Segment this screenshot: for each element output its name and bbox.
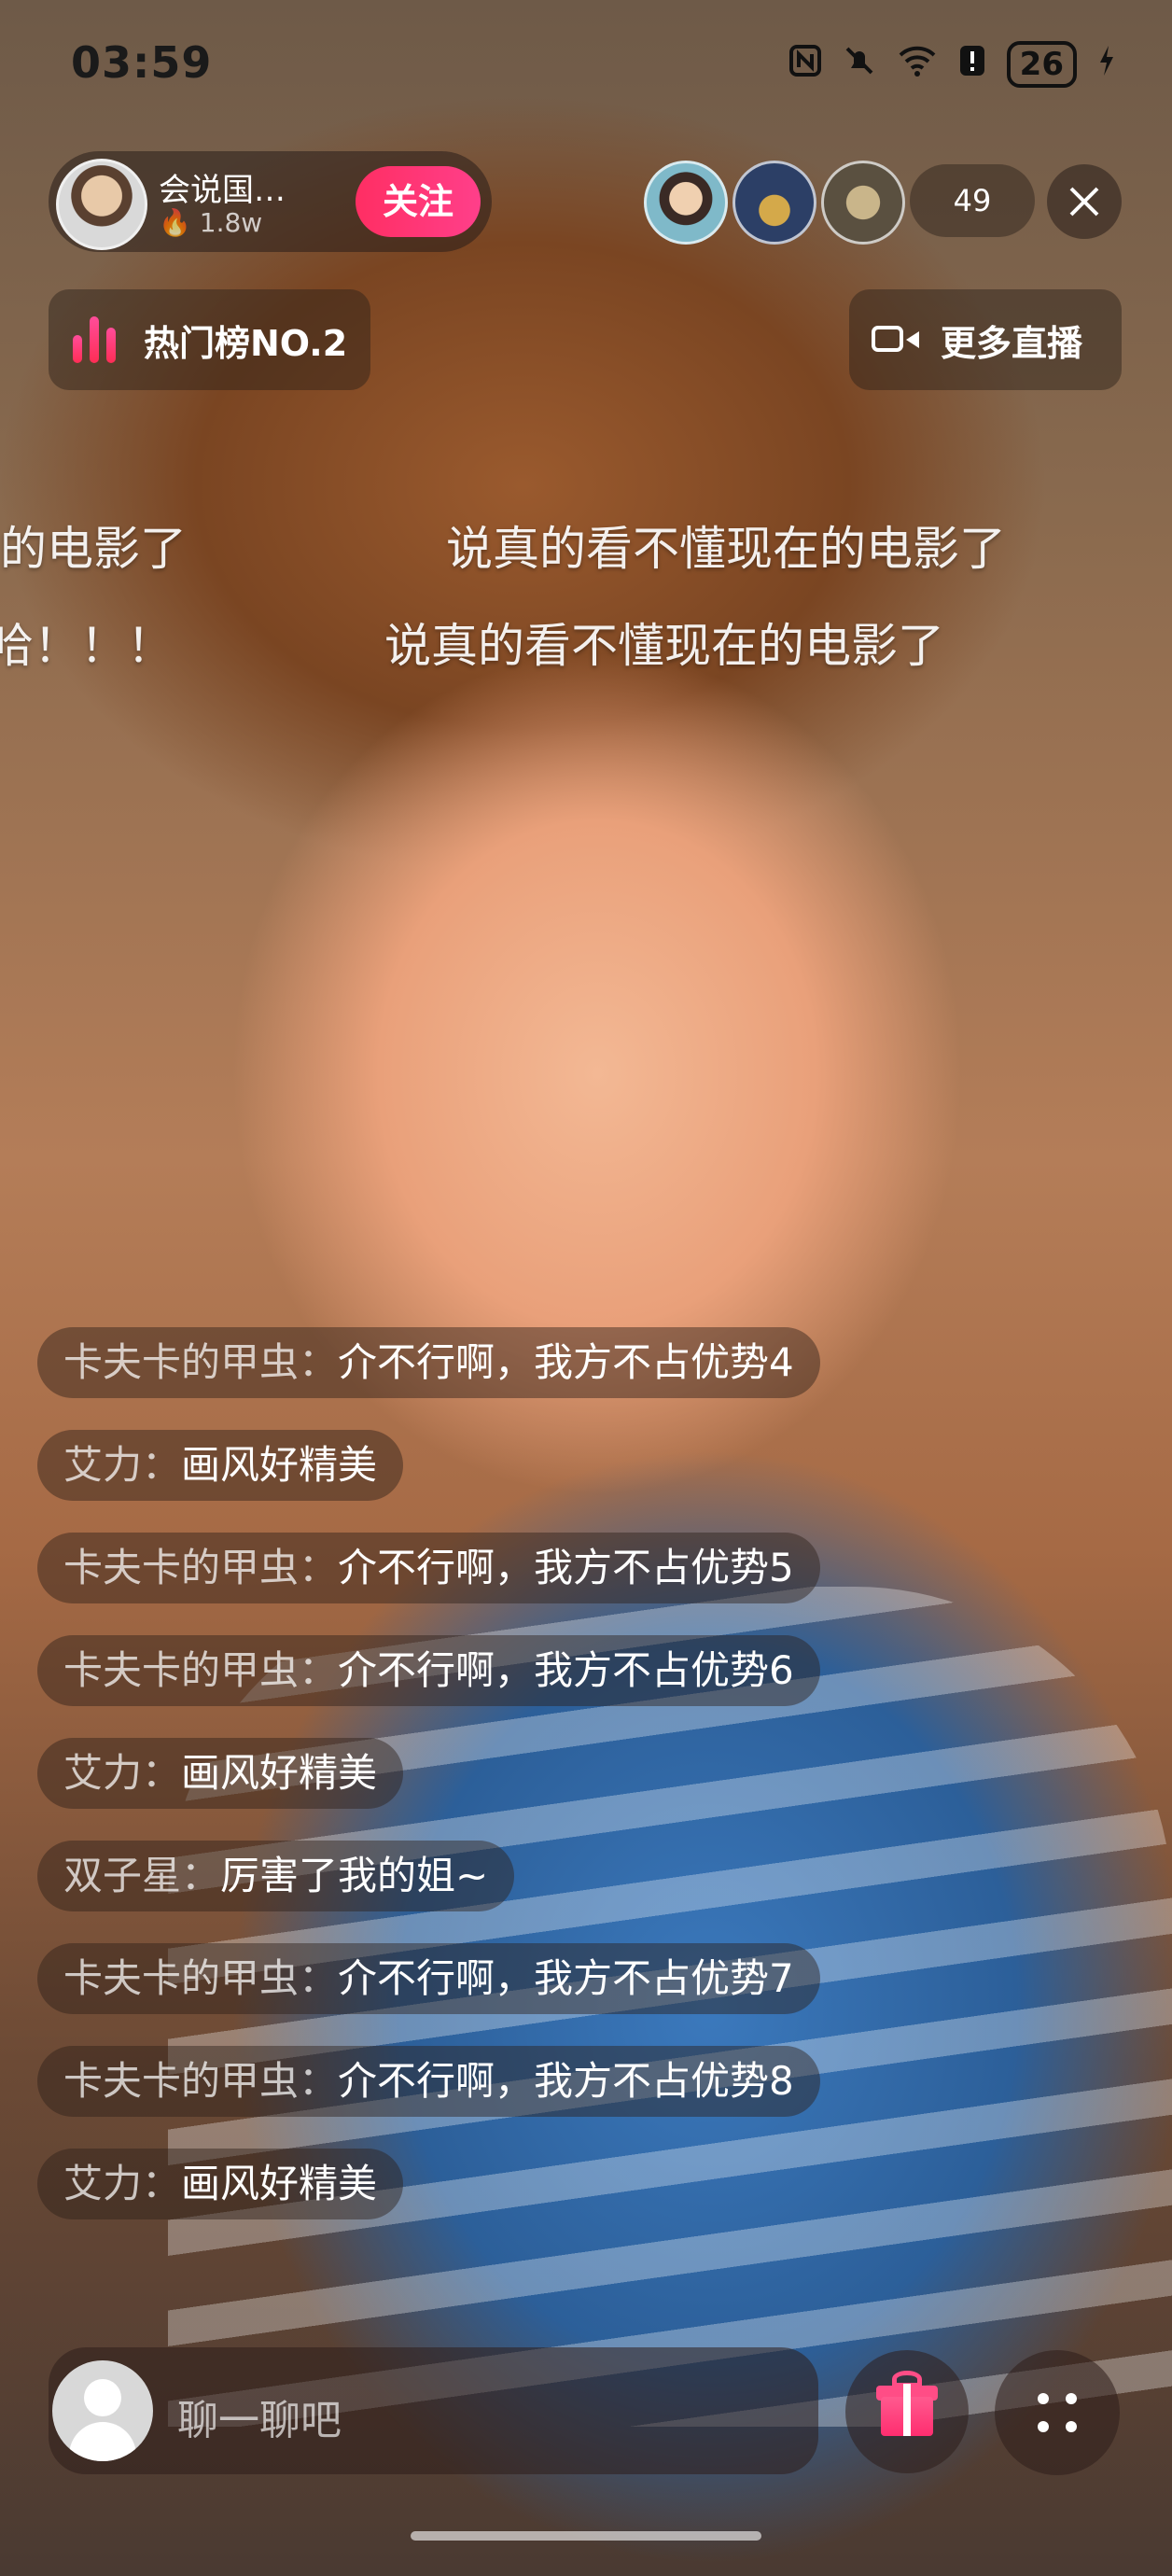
comment-message: 介不行啊，我方不占优势5 <box>338 1545 794 1590</box>
anchor-heat: 🔥 1.8w <box>159 207 262 238</box>
wifi-6-icon <box>897 44 938 86</box>
comment-item[interactable]: 艾力：画风好精美 <box>37 1738 404 1809</box>
comment-user: 卡夫卡的甲虫： <box>63 1339 339 1385</box>
charging-icon <box>1097 44 1116 86</box>
comment-item[interactable]: 卡夫卡的甲虫：介不行啊，我方不占优势7 <box>37 1943 820 2014</box>
viewer-avatar[interactable] <box>644 161 728 245</box>
status-icons: 26 <box>788 41 1116 88</box>
gift-button[interactable] <box>845 2350 969 2473</box>
rank-bars-icon <box>73 316 125 363</box>
comment-user: 卡夫卡的甲虫： <box>63 1647 339 1693</box>
viewer-avatar[interactable] <box>821 161 905 245</box>
bell-muted-icon <box>843 44 876 86</box>
comment-item[interactable]: 卡夫卡的甲虫：介不行啊，我方不占优势5 <box>37 1533 820 1603</box>
follow-button[interactable]: 关注 <box>356 166 481 237</box>
status-time: 03:59 <box>71 37 213 88</box>
viewer-count-button[interactable]: 49 <box>910 164 1035 237</box>
comment-message: 介不行啊，我方不占优势7 <box>338 1955 794 2001</box>
anchor-heat-value: 1.8w <box>199 207 263 238</box>
comment-message: 介不行啊，我方不占优势8 <box>338 2058 794 2104</box>
comment-item[interactable]: 艾力：画风好精美 <box>37 2149 404 2219</box>
danmaku-text: 说真的看不懂现在的电影了 <box>384 619 944 673</box>
comment-message: 画风好精美 <box>181 1442 378 1488</box>
danmaku-text: 的电影了 <box>0 522 187 576</box>
danmaku-text: 哈！！！ <box>0 619 174 673</box>
close-button[interactable] <box>1047 164 1122 239</box>
home-indicator[interactable] <box>411 2531 761 2541</box>
comment-item[interactable]: 卡夫卡的甲虫：介不行啊，我方不占优势4 <box>37 1327 820 1398</box>
chat-input-placeholder[interactable]: 聊一聊吧 <box>177 2387 342 2446</box>
viewer-avatar[interactable] <box>732 161 816 245</box>
comment-user: 艾力： <box>63 2161 182 2206</box>
comment-user: 卡夫卡的甲虫： <box>63 2058 339 2104</box>
comment-message: 介不行啊，我方不占优势6 <box>338 1647 794 1693</box>
comment-user: 双子星： <box>63 1853 221 1898</box>
comment-item[interactable]: 卡夫卡的甲虫：介不行啊，我方不占优势8 <box>37 2046 820 2117</box>
more-options-button[interactable] <box>995 2350 1120 2475</box>
flame-icon: 🔥 <box>159 207 191 238</box>
status-bar: 03:59 26 <box>0 0 1172 131</box>
hot-rank-button[interactable]: 热门榜NO.2 <box>49 289 370 390</box>
alert-icon <box>958 44 986 86</box>
anchor-card[interactable]: 会说国… 🔥 1.8w 关注 <box>49 151 492 252</box>
chat-input-bar[interactable]: 聊一聊吧 <box>49 2347 818 2474</box>
more-live-button[interactable]: 更多直播 <box>849 289 1122 390</box>
video-camera-icon <box>872 324 920 356</box>
comment-message: 介不行啊，我方不占优势4 <box>338 1339 794 1385</box>
danmaku-text: 说真的看不懂现在的电影了 <box>446 522 1006 576</box>
user-avatar[interactable] <box>52 2360 153 2461</box>
comment-message: 画风好精美 <box>181 2161 378 2206</box>
nfc-icon <box>788 44 822 86</box>
comment-message: 厉害了我的姐~ <box>220 1853 489 1898</box>
comment-user: 艾力： <box>63 1442 182 1488</box>
comment-user: 卡夫卡的甲虫： <box>63 1545 339 1590</box>
comment-item[interactable]: 卡夫卡的甲虫：介不行啊，我方不占优势6 <box>37 1635 820 1706</box>
close-icon <box>1069 187 1099 217</box>
battery-icon: 26 <box>1006 41 1077 88</box>
anchor-name: 会说国… <box>159 172 286 209</box>
more-live-label: 更多直播 <box>941 322 1083 364</box>
anchor-avatar[interactable] <box>56 159 147 250</box>
comment-message: 画风好精美 <box>181 1750 378 1796</box>
comment-item[interactable]: 艾力：画风好精美 <box>37 1430 404 1501</box>
hot-rank-label: 热门榜NO.2 <box>144 322 348 364</box>
comment-item[interactable]: 双子星：厉害了我的姐~ <box>37 1841 515 1911</box>
comment-user: 艾力： <box>63 1750 182 1796</box>
comment-user: 卡夫卡的甲虫： <box>63 1955 339 2001</box>
